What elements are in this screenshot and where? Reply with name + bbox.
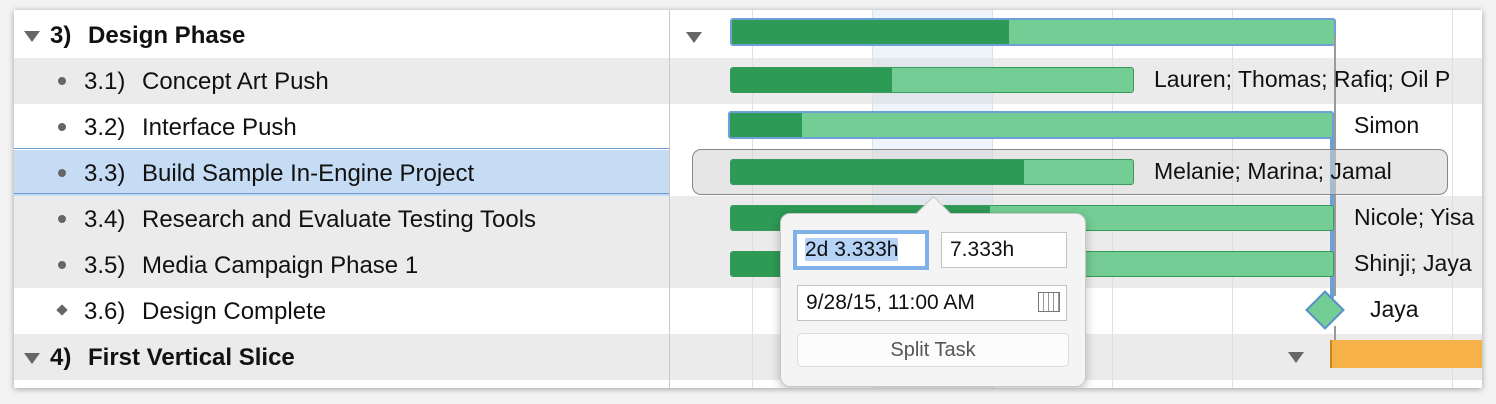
row-number: 3.1) bbox=[84, 68, 126, 95]
disclosure-triangle-icon[interactable] bbox=[24, 31, 40, 42]
summary-bar-design-phase[interactable] bbox=[730, 18, 1336, 46]
effort-field[interactable]: 7.333h bbox=[941, 232, 1067, 268]
row-title: Build Sample In-Engine Project bbox=[142, 160, 475, 187]
gridline bbox=[1452, 10, 1453, 388]
outline-row-interface[interactable]: 3.2) Interface Push bbox=[14, 104, 670, 150]
outline-view: 3) Design Phase 3.1) Concept Art Push 3.… bbox=[14, 10, 670, 388]
outline-row-media[interactable]: 3.5) Media Campaign Phase 1 bbox=[14, 242, 670, 288]
bullet-icon bbox=[58, 169, 66, 177]
outline-row-research[interactable]: 3.4) Research and Evaluate Testing Tools bbox=[14, 196, 670, 242]
bullet-icon bbox=[58, 123, 66, 131]
gantt-window: 3) Design Phase 3.1) Concept Art Push 3.… bbox=[14, 10, 1482, 388]
resource-label: Simon bbox=[1354, 112, 1420, 138]
resource-label: Shinji; Jaya bbox=[1354, 250, 1472, 276]
task-bar-build-sample[interactable] bbox=[730, 159, 1134, 185]
outline-row-concept-art[interactable]: 3.1) Concept Art Push bbox=[14, 58, 670, 104]
effort-value: 7.333h bbox=[950, 238, 1015, 261]
row-title: Media Campaign Phase 1 bbox=[142, 252, 419, 279]
task-bar-concept-art[interactable] bbox=[730, 67, 1134, 93]
resource-label: Nicole; Yisa bbox=[1354, 204, 1475, 230]
milestone-icon bbox=[56, 304, 68, 316]
outline-row-design-complete[interactable]: 3.6) Design Complete bbox=[14, 288, 670, 334]
bullet-icon bbox=[58, 77, 66, 85]
summary-bar-first-vertical-slice[interactable] bbox=[1330, 340, 1482, 368]
group-collapse-icon[interactable] bbox=[686, 32, 702, 43]
row-title: Design Phase bbox=[88, 22, 246, 49]
bullet-icon bbox=[58, 215, 66, 223]
start-date-value: 9/28/15, 11:00 AM bbox=[806, 291, 975, 314]
row-number: 3.4) bbox=[84, 206, 126, 233]
row-title: Interface Push bbox=[142, 114, 297, 141]
bar-progress bbox=[730, 113, 803, 137]
row-number: 3.3) bbox=[84, 160, 126, 187]
row-title: Design Complete bbox=[142, 298, 327, 325]
outline-row-design-phase[interactable]: 3) Design Phase bbox=[14, 12, 670, 58]
resource-label: Lauren; Thomas; Rafiq; Oil P bbox=[1154, 66, 1451, 92]
row-number: 3.6) bbox=[84, 298, 126, 325]
dependency-line bbox=[1334, 326, 1336, 340]
calendar-icon[interactable] bbox=[1038, 292, 1060, 312]
task-bar-interface[interactable] bbox=[728, 111, 1334, 139]
bullet-icon bbox=[58, 261, 66, 269]
row-title: Research and Evaluate Testing Tools bbox=[142, 206, 537, 233]
row-number: 3.5) bbox=[84, 252, 126, 279]
start-date-field[interactable]: 9/28/15, 11:00 AM bbox=[797, 285, 1067, 321]
duration-value: 2d 3.333h bbox=[805, 238, 899, 261]
outline-row-first-vertical-slice[interactable]: 4) First Vertical Slice bbox=[14, 334, 670, 380]
bar-progress bbox=[732, 20, 1009, 44]
bar-progress bbox=[731, 160, 1025, 184]
row-title: First Vertical Slice bbox=[88, 344, 295, 371]
pane-divider[interactable] bbox=[669, 10, 670, 388]
row-title: Concept Art Push bbox=[142, 68, 329, 95]
disclosure-triangle-icon[interactable] bbox=[24, 353, 40, 364]
task-popover: 2d 3.333h 7.333h 9/28/15, 11:00 AM Split… bbox=[780, 195, 1086, 387]
bar-progress bbox=[731, 68, 892, 92]
row-number: 3.2) bbox=[84, 114, 126, 141]
duration-field[interactable]: 2d 3.333h bbox=[793, 230, 929, 270]
row-number: 4) bbox=[50, 344, 72, 371]
resource-label: Jaya bbox=[1370, 296, 1419, 322]
row-number: 3) bbox=[50, 22, 72, 49]
split-task-button[interactable]: Split Task bbox=[797, 333, 1069, 367]
outline-row-build-sample[interactable]: 3.3) Build Sample In-Engine Project bbox=[14, 150, 670, 196]
resource-label: Melanie; Marina; Jamal bbox=[1154, 158, 1392, 184]
group-collapse-icon[interactable] bbox=[1288, 352, 1304, 363]
